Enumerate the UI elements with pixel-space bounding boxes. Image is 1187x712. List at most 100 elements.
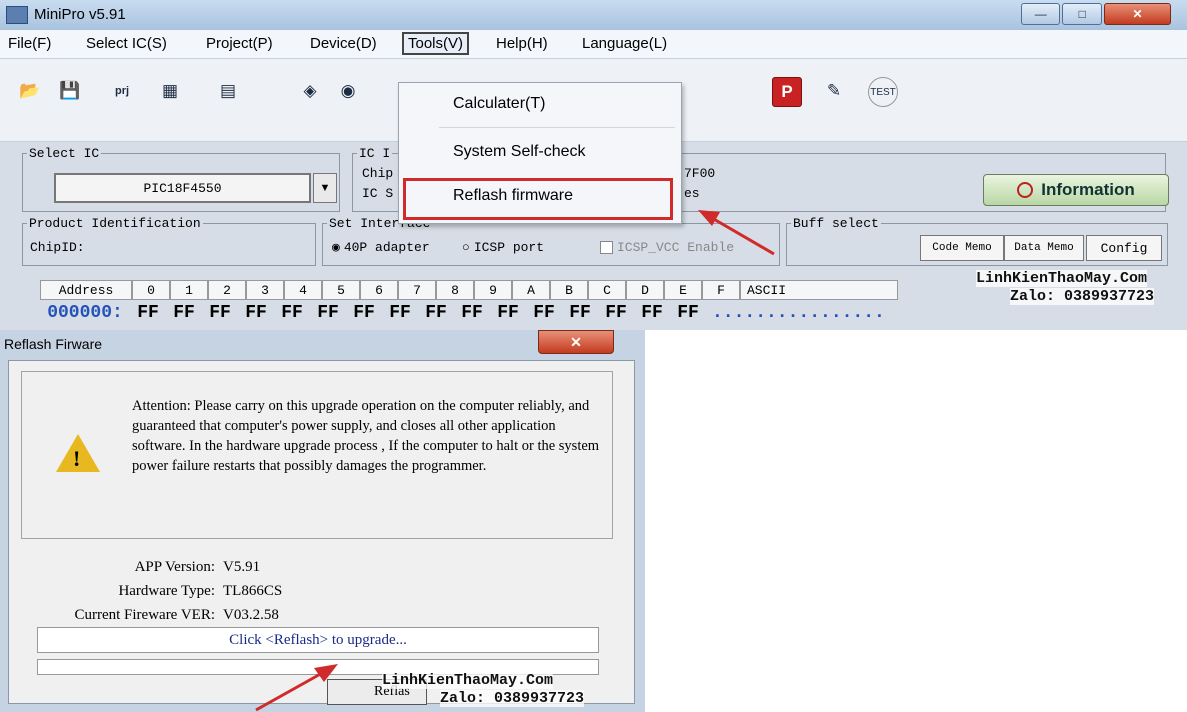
minipro-main-window: MiniPro v5.91 — □ ✕ File(F) Select IC(S)… xyxy=(0,0,1187,330)
information-icon xyxy=(1017,182,1034,198)
annotation-arrow xyxy=(698,210,775,256)
hex-byte: FF xyxy=(353,303,375,323)
hex-col-ascii: ASCII xyxy=(740,280,898,300)
chip-select-field[interactable]: PIC18F4550 xyxy=(54,173,311,203)
radio-40p-label: 40P adapter xyxy=(343,240,430,255)
chip-icon[interactable]: ▦ xyxy=(156,77,184,105)
hex-col: 8 xyxy=(436,280,474,300)
hex-byte: FF xyxy=(209,303,231,323)
test-icon-text: TEST xyxy=(870,86,896,98)
hex-col: E xyxy=(664,280,702,300)
project-icon-text: prj xyxy=(114,85,130,97)
notice-text: Attention: Please carry on this upgrade … xyxy=(132,398,600,474)
test-icon[interactable]: TEST xyxy=(868,77,898,107)
information-label: Information xyxy=(1041,180,1135,199)
hex-col: 9 xyxy=(474,280,512,300)
hex-byte: FF xyxy=(569,303,591,323)
save-icon[interactable]: 💾 xyxy=(56,77,84,105)
radio-icsp-label: ICSP port xyxy=(473,240,545,255)
hex-byte: FF xyxy=(389,303,411,323)
dialog-title: Reflash Firware xyxy=(4,336,103,352)
hex-byte: FF xyxy=(173,303,195,323)
information-button[interactable]: Information xyxy=(983,174,1169,206)
menu-tools[interactable]: Tools(V) xyxy=(402,32,470,55)
interface-icsp-radio[interactable]: ○ ICSP port xyxy=(462,240,544,255)
minimize-button[interactable]: — xyxy=(1021,3,1061,25)
open-icon[interactable]: 📂 xyxy=(16,77,44,105)
hex-header: Address 0 1 2 3 4 5 6 7 8 9 A B C D E F … xyxy=(40,280,1140,300)
hex-byte: FF xyxy=(605,303,627,323)
hex-col: 3 xyxy=(246,280,284,300)
hex-col: 1 xyxy=(170,280,208,300)
product-identification-legend: Product Identification xyxy=(29,216,201,231)
hex-col-address: Address xyxy=(40,280,132,300)
firmware-label: Current Fireware VER: xyxy=(74,607,215,623)
menu-bar: File(F) Select IC(S) Project(P) Device(D… xyxy=(0,30,1187,59)
watermark-dialog-line1: LinhKienThaoMay.Com xyxy=(382,672,554,689)
hex-col: D xyxy=(626,280,664,300)
watermark-line1: LinhKienThaoMay.Com xyxy=(976,270,1148,287)
menu-help[interactable]: Help(H) xyxy=(492,34,552,53)
memory-icon[interactable]: ▤ xyxy=(214,77,242,105)
hex-col: B xyxy=(550,280,588,300)
firmware-value: V03.2.58 xyxy=(223,607,279,623)
hex-byte: FF xyxy=(533,303,555,323)
hex-byte: FF xyxy=(317,303,339,323)
hex-col: 7 xyxy=(398,280,436,300)
radio-selected-icon: ◉ xyxy=(332,240,340,255)
menu-project[interactable]: Project(P) xyxy=(202,34,277,53)
highlight-box xyxy=(403,178,673,220)
title-bar: MiniPro v5.91 — □ ✕ xyxy=(0,0,1187,31)
close-button[interactable]: ✕ xyxy=(1103,3,1172,25)
menu-item-self-check[interactable]: System Self-check xyxy=(453,143,585,161)
warning-icon-mark: ! xyxy=(73,446,81,471)
maximize-button[interactable]: □ xyxy=(1062,3,1102,25)
read-icon[interactable]: ◈ xyxy=(296,77,324,105)
menu-separator xyxy=(439,127,675,128)
interface-40p-radio[interactable]: ◉ 40P adapter xyxy=(332,240,430,255)
menu-language[interactable]: Language(L) xyxy=(578,34,671,53)
menu-device[interactable]: Device(D) xyxy=(306,34,381,53)
p-icon[interactable]: P xyxy=(772,77,802,107)
chip-id-label: ChipID: xyxy=(30,240,85,255)
app-icon xyxy=(6,6,28,24)
menu-file[interactable]: File(F) xyxy=(4,34,55,53)
hex-col: C xyxy=(588,280,626,300)
window-title: MiniPro v5.91 xyxy=(34,6,126,23)
annotation-arrow-reflash xyxy=(255,664,338,712)
hex-byte: FF xyxy=(245,303,267,323)
hex-row[interactable]: 000000: FF FF FF FF FF FF FF FF FF FF FF… xyxy=(40,300,885,326)
hex-byte: FF xyxy=(641,303,663,323)
menu-select-ic[interactable]: Select IC(S) xyxy=(82,34,171,53)
dialog-body: ! Attention: Please carry on this upgrad… xyxy=(8,360,635,705)
verify-icon[interactable]: ◉ xyxy=(334,77,362,105)
project-icon[interactable]: prj xyxy=(104,77,140,105)
hex-byte: FF xyxy=(677,303,699,323)
dialog-close-button[interactable]: ✕ xyxy=(538,330,614,354)
hardware-type-value: TL866CS xyxy=(223,583,283,599)
hardware-type-label: Hardware Type: xyxy=(118,583,215,599)
hex-byte: FF xyxy=(425,303,447,323)
watermark-line2: Zalo: 0389937723 xyxy=(1010,288,1155,305)
ic-info-line1: Chip xyxy=(362,166,394,181)
chevron-down-icon[interactable]: ▼ xyxy=(313,173,337,203)
select-ic-legend: Select IC xyxy=(29,146,100,161)
config-button[interactable]: Config xyxy=(1086,235,1162,261)
watermark-dialog-line2: Zalo: 0389937723 xyxy=(440,690,585,707)
p-icon-text: P xyxy=(781,82,793,101)
buff-select-legend: Buff select xyxy=(793,216,879,231)
ic-info-line2: IC S xyxy=(362,186,394,201)
hex-col: 5 xyxy=(322,280,360,300)
reflash-dialog: Reflash Firware ✕ ! Attention: Please ca… xyxy=(0,330,645,712)
status-text: Click <Reflash> to upgrade... xyxy=(37,627,599,653)
menu-item-calculater[interactable]: Calculater(T) xyxy=(453,95,545,113)
edit-icon[interactable]: ✎ xyxy=(820,77,848,105)
code-memo-button[interactable]: Code Memo xyxy=(920,235,1004,261)
hex-col: 6 xyxy=(360,280,398,300)
app-version-label: APP Version: xyxy=(134,559,215,575)
hex-col: F xyxy=(702,280,740,300)
data-memo-button[interactable]: Data Memo xyxy=(1004,235,1084,261)
hex-byte: FF xyxy=(281,303,303,323)
hex-ascii: ................ xyxy=(712,303,885,323)
app-version-value: V5.91 xyxy=(223,559,261,575)
